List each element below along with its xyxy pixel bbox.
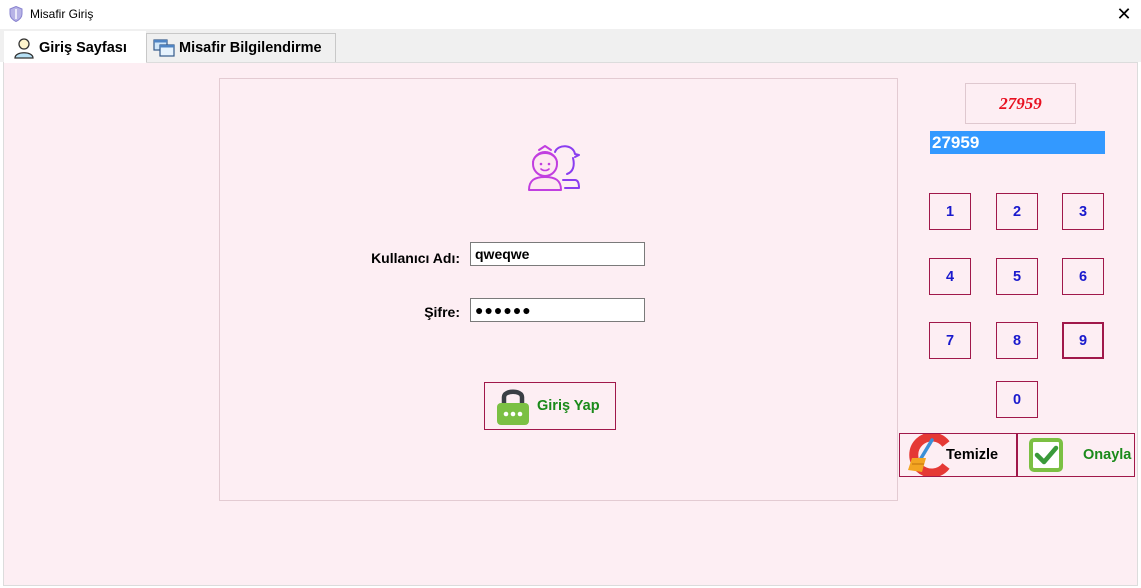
close-icon[interactable]: ✕ xyxy=(1112,2,1136,26)
keypad-key-5[interactable]: 5 xyxy=(996,258,1038,295)
login-panel: Kullanıcı Adı: Şifre: Giriş Yap xyxy=(219,78,898,501)
tab-content: Kullanıcı Adı: Şifre: Giriş Yap 27959 27… xyxy=(3,62,1138,586)
user-icon xyxy=(14,37,34,59)
shield-icon xyxy=(9,6,23,22)
clear-button[interactable]: Temizle xyxy=(899,433,1017,477)
keypad-key-4[interactable]: 4 xyxy=(929,258,971,295)
children-avatar-icon xyxy=(528,145,580,191)
title-bar: Misafir Giriş ✕ xyxy=(0,0,1141,29)
username-label: Kullanıcı Adı: xyxy=(371,250,460,266)
keypad-key-9[interactable]: 9 xyxy=(1062,322,1104,359)
confirm-button-label: Onayla xyxy=(1083,447,1132,463)
username-input[interactable] xyxy=(470,242,645,266)
keypad-key-3[interactable]: 3 xyxy=(1062,193,1104,230)
login-button[interactable]: Giriş Yap xyxy=(484,382,616,430)
keypad-key-0[interactable]: 0 xyxy=(996,381,1038,418)
tab-guest-info[interactable]: Misafir Bilgilendirme xyxy=(146,33,336,62)
captcha-code: 27959 xyxy=(965,83,1076,124)
tab-login-page[interactable]: Giriş Sayfası xyxy=(4,31,146,63)
checkbox-checked-icon xyxy=(1029,438,1063,472)
password-label: Şifre: xyxy=(424,304,460,320)
tab-label: Misafir Bilgilendirme xyxy=(179,40,322,56)
keypad-key-2[interactable]: 2 xyxy=(996,193,1038,230)
keypad-key-7[interactable]: 7 xyxy=(929,322,971,359)
keypad-key-6[interactable]: 6 xyxy=(1062,258,1104,295)
lock-icon xyxy=(497,389,529,425)
confirm-button[interactable]: Onayla xyxy=(1017,433,1135,477)
tab-strip: Giriş Sayfası Misafir Bilgilendirme xyxy=(0,29,1141,63)
keypad-key-8[interactable]: 8 xyxy=(996,322,1038,359)
password-input[interactable] xyxy=(470,298,645,322)
tab-label: Giriş Sayfası xyxy=(39,39,127,56)
windows-icon xyxy=(153,39,175,57)
captcha-input[interactable]: 27959 xyxy=(930,131,1105,154)
keypad-key-1[interactable]: 1 xyxy=(929,193,971,230)
clear-button-label: Temizle xyxy=(946,447,999,463)
login-button-label: Giriş Yap xyxy=(537,398,600,414)
window-title: Misafir Giriş xyxy=(30,7,94,21)
cleaner-icon xyxy=(908,434,950,476)
